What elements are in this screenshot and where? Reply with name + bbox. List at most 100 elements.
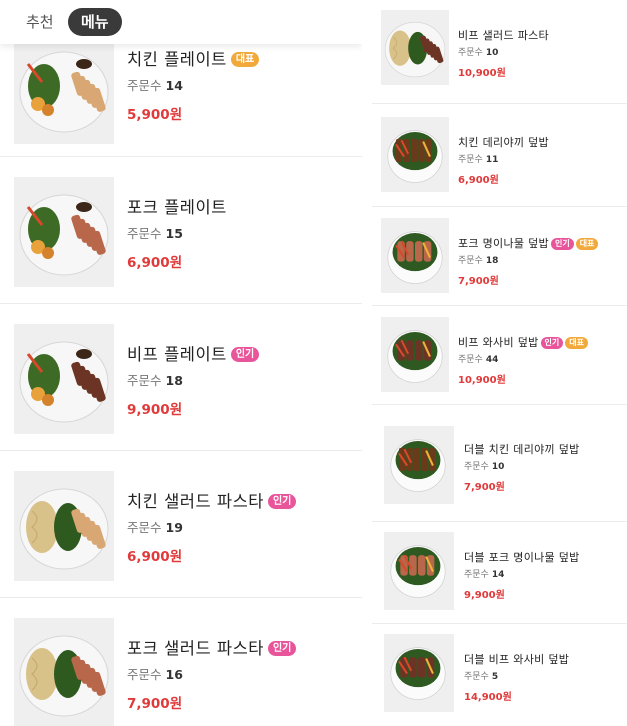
menu-item[interactable]: 비프 플레이트 인기 주문수 18 9,900원 bbox=[0, 304, 362, 451]
order-count-label: 주문수 bbox=[458, 155, 483, 165]
dish-name-text: 더블 포크 명이나물 덮밥 bbox=[464, 551, 580, 564]
order-count-label: 주문수 bbox=[458, 355, 483, 365]
order-count-value: 18 bbox=[485, 256, 499, 266]
dish-name: 포크 플레이트 bbox=[127, 194, 227, 218]
dish-image bbox=[381, 218, 449, 293]
dish-name-text: 비프 플레이트 bbox=[127, 345, 227, 364]
dish-image bbox=[381, 10, 449, 85]
order-count: 주문수 19 bbox=[127, 517, 183, 536]
dish-name: 포크 샐러드 파스타 인기 bbox=[127, 635, 297, 659]
order-count: 주문수 16 bbox=[127, 664, 183, 683]
order-count: 주문수 11 bbox=[458, 152, 498, 165]
order-count: 주문수 10 bbox=[464, 459, 504, 472]
order-count-label: 주문수 bbox=[127, 667, 162, 682]
menu-item[interactable]: 치킨 샐러드 파스타 인기주문수 19 6,900원 bbox=[0, 451, 362, 598]
dish-name-text: 비프 샐러드 파스타 bbox=[458, 29, 549, 42]
dish-name: 비프 와사비 덮밥 인기 대표 bbox=[458, 334, 589, 350]
dish-name-text: 포크 명이나물 덮밥 bbox=[458, 237, 549, 250]
dish-name-text: 비프 와사비 덮밥 bbox=[458, 336, 539, 349]
badge-representative: 대표 bbox=[565, 337, 589, 349]
side-menu-list: 비프 샐러드 파스타 주문수 10 10,900원 치킨 데리야끼 덮밥 주문수 11 6,9… bbox=[372, 0, 627, 726]
badge-popular: 인기 bbox=[230, 347, 260, 362]
menu-item[interactable]: 비프 와사비 덮밥 인기 대표주문수 44 10,900원 bbox=[372, 307, 627, 405]
dish-price: 9,900원 bbox=[464, 590, 505, 601]
dish-price: 7,900원 bbox=[127, 696, 183, 712]
order-count-label: 주문수 bbox=[464, 570, 489, 580]
dish-price: 6,900원 bbox=[458, 175, 499, 186]
order-count-label: 주문수 bbox=[458, 256, 483, 266]
menu-item[interactable]: 포크 플레이트주문수 15 6,900원 bbox=[0, 157, 362, 304]
order-count-value: 19 bbox=[165, 520, 183, 535]
category-tabs: 추천 메뉴 bbox=[0, 0, 362, 44]
order-count-value: 10 bbox=[491, 462, 505, 472]
order-count-value: 16 bbox=[165, 667, 183, 682]
dish-name-text: 치킨 플레이트 bbox=[127, 50, 227, 69]
dish-price: 9,900원 bbox=[127, 402, 183, 418]
dish-price: 10,900원 bbox=[458, 68, 506, 79]
tab-menu[interactable]: 메뉴 bbox=[68, 8, 122, 36]
dish-image bbox=[14, 618, 114, 726]
order-count-value: 14 bbox=[165, 78, 183, 93]
order-count: 주문수 14 bbox=[127, 75, 183, 94]
order-count-label: 주문수 bbox=[127, 520, 162, 535]
menu-item[interactable]: 치킨 플레이트 대표주문수 14 5,900원 bbox=[0, 34, 362, 157]
dish-price: 10,900원 bbox=[458, 375, 506, 386]
order-count: 주문수 44 bbox=[458, 352, 498, 365]
menu-item[interactable]: 치킨 데리야끼 덮밥주문수 11 6,900원 bbox=[372, 107, 627, 207]
order-count: 주문수 10 bbox=[458, 45, 498, 58]
order-count: 주문수 18 bbox=[458, 253, 498, 266]
order-count-value: 11 bbox=[485, 155, 499, 165]
dish-name-text: 치킨 샐러드 파스타 bbox=[127, 492, 264, 511]
dish-price: 6,900원 bbox=[127, 549, 183, 565]
order-count-value: 5 bbox=[491, 672, 499, 682]
menu-item[interactable]: 비프 샐러드 파스타주문수 10 10,900원 bbox=[372, 0, 627, 104]
dish-image bbox=[381, 317, 449, 392]
order-count-label: 주문수 bbox=[127, 373, 162, 388]
dish-price: 6,900원 bbox=[127, 255, 183, 271]
menu-item[interactable]: 더블 포크 명이나물 덮밥주문수 14 9,900원 bbox=[372, 522, 627, 624]
order-count-label: 주문수 bbox=[127, 78, 162, 93]
order-count-label: 주문수 bbox=[464, 462, 489, 472]
dish-image bbox=[14, 471, 114, 581]
badge-representative: 대표 bbox=[575, 238, 599, 250]
badge-popular: 인기 bbox=[267, 494, 297, 509]
dish-name-text: 더블 치킨 데리야끼 덮밥 bbox=[464, 443, 580, 456]
dish-price: 7,900원 bbox=[464, 482, 505, 493]
menu-item[interactable]: 더블 비프 와사비 덮밥주문수 5 14,900원 bbox=[372, 624, 627, 726]
dish-name-text: 치킨 데리야끼 덮밥 bbox=[458, 136, 549, 149]
main-menu-list: 추천 메뉴 치킨 플레이트 대표 주문수 14 5,900원 포크 플레이트 주문수 15 6,… bbox=[0, 0, 362, 726]
dish-image bbox=[384, 426, 454, 504]
dish-name-text: 포크 샐러드 파스타 bbox=[127, 639, 264, 658]
dish-name: 치킨 샐러드 파스타 인기 bbox=[127, 488, 297, 512]
order-count: 주문수 14 bbox=[464, 567, 504, 580]
dish-image bbox=[384, 634, 454, 712]
menu-item[interactable]: 포크 샐러드 파스타 인기주문수 16 7,900원 bbox=[0, 598, 362, 726]
tab-recommend[interactable]: 추천 bbox=[26, 8, 54, 36]
dish-name: 치킨 데리야끼 덮밥 bbox=[458, 134, 549, 150]
menu-item[interactable]: 포크 명이나물 덮밥 인기 대표주문수 18 7,900원 bbox=[372, 208, 627, 306]
order-count-label: 주문수 bbox=[458, 48, 483, 58]
order-count-value: 15 bbox=[165, 226, 183, 241]
order-count-label: 주문수 bbox=[127, 226, 162, 241]
order-count: 주문수 5 bbox=[464, 669, 498, 682]
dish-name: 더블 치킨 데리야끼 덮밥 bbox=[464, 441, 580, 457]
badge-representative: 대표 bbox=[230, 52, 260, 67]
dish-price: 7,900원 bbox=[458, 276, 499, 287]
dish-name: 치킨 플레이트 대표 bbox=[127, 46, 260, 70]
badge-popular: 인기 bbox=[550, 238, 574, 250]
dish-price: 5,900원 bbox=[127, 107, 183, 123]
menu-item[interactable]: 더블 치킨 데리야끼 덮밥주문수 10 7,900원 bbox=[372, 406, 627, 522]
badge-popular: 인기 bbox=[540, 337, 564, 349]
badge-popular: 인기 bbox=[267, 641, 297, 656]
dish-name: 비프 샐러드 파스타 bbox=[458, 27, 549, 43]
order-count-value: 14 bbox=[491, 570, 505, 580]
dish-image bbox=[381, 117, 449, 192]
order-count: 주문수 15 bbox=[127, 223, 183, 242]
dish-image bbox=[14, 324, 114, 434]
dish-price: 14,900원 bbox=[464, 692, 512, 703]
order-count-value: 44 bbox=[485, 355, 499, 365]
dish-name: 비프 플레이트 인기 bbox=[127, 341, 260, 365]
dish-name-text: 더블 비프 와사비 덮밥 bbox=[464, 653, 570, 666]
dish-name: 더블 포크 명이나물 덮밥 bbox=[464, 549, 580, 565]
dish-image bbox=[14, 34, 114, 144]
